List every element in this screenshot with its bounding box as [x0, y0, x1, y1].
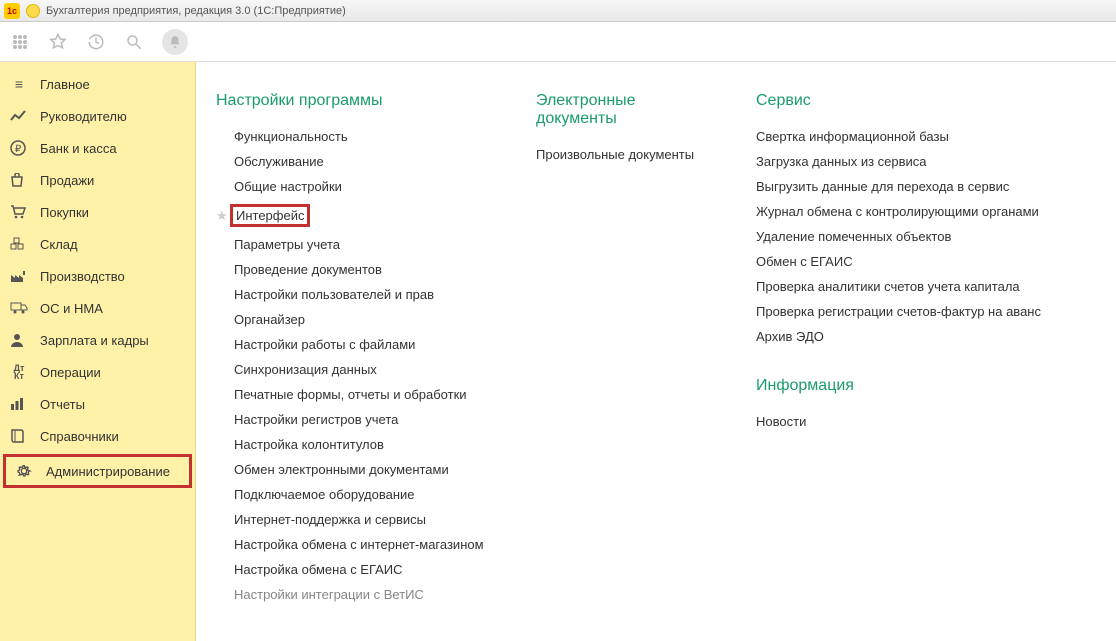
section-service-title: Сервис — [756, 92, 1096, 110]
info-list: Новости — [756, 409, 1096, 434]
link-edoc-exchange[interactable]: Обмен электронными документами — [216, 457, 496, 482]
bars-icon — [10, 397, 28, 411]
link-users-rights[interactable]: Настройки пользователей и прав — [216, 282, 496, 307]
section-settings-title: Настройки программы — [216, 92, 496, 110]
link-general-settings[interactable]: Общие настройки — [216, 174, 496, 199]
service-list: Свертка информационной базы Загрузка дан… — [756, 124, 1096, 349]
link-register-settings[interactable]: Настройки регистров учета — [216, 407, 496, 432]
sidebar-item-label: Покупки — [40, 205, 89, 220]
link-organizer[interactable]: Органайзер — [216, 307, 496, 332]
link-db-wrap[interactable]: Свертка информационной базы — [756, 124, 1096, 149]
search-icon[interactable] — [124, 32, 144, 52]
link-maintenance[interactable]: Обслуживание — [216, 149, 496, 174]
sidebar-item-label: Руководителю — [40, 109, 127, 124]
bag-icon — [10, 173, 28, 187]
link-export-to-service[interactable]: Выгрузить данные для перехода в сервис — [756, 174, 1096, 199]
svg-text:₽: ₽ — [15, 144, 22, 155]
ruble-icon: ₽ — [10, 140, 28, 156]
window-title: Бухгалтерия предприятия, редакция 3.0 (1… — [46, 5, 346, 17]
sidebar-item-label: Склад — [40, 237, 78, 252]
link-document-posting[interactable]: Проведение документов — [216, 257, 496, 282]
trend-icon — [10, 109, 28, 123]
edocs-list: Произвольные документы — [536, 142, 716, 167]
sidebar-item-label: Администрирование — [46, 464, 170, 479]
sidebar-item-bank[interactable]: ₽ Банк и касса — [0, 132, 195, 164]
sidebar-item-administration[interactable]: Администрирование — [3, 454, 192, 488]
link-load-from-service[interactable]: Загрузка данных из сервиса — [756, 149, 1096, 174]
sidebar-item-label: ОС и НМА — [40, 301, 103, 316]
sidebar-item-label: Производство — [40, 269, 125, 284]
smiley-icon — [26, 4, 40, 18]
sidebar-item-warehouse[interactable]: Склад — [0, 228, 195, 260]
link-arbitrary-docs[interactable]: Произвольные документы — [536, 142, 716, 167]
sidebar-item-manager[interactable]: Руководителю — [0, 100, 195, 132]
sidebar-item-label: Главное — [40, 77, 90, 92]
history-icon[interactable] — [86, 32, 106, 52]
person-icon — [10, 333, 28, 347]
section-edocs-title: Электронные документы — [536, 92, 716, 128]
sidebar-item-hr[interactable]: Зарплата и кадры — [0, 324, 195, 356]
boxes-icon — [10, 237, 28, 251]
link-eshop-exchange[interactable]: Настройка обмена с интернет-магазином — [216, 532, 496, 557]
sidebar-item-label: Справочники — [40, 429, 119, 444]
window-titlebar: 1c Бухгалтерия предприятия, редакция 3.0… — [0, 0, 1116, 22]
gear-icon — [16, 463, 34, 479]
link-advance-invoices[interactable]: Проверка регистрации счетов-фактур на ав… — [756, 299, 1096, 324]
sidebar-item-operations[interactable]: ДтКт Операции — [0, 356, 195, 388]
settings-list: Функциональность Обслуживание Общие наст… — [216, 124, 496, 607]
link-accounting-params[interactable]: Параметры учета — [216, 232, 496, 257]
section-info-title: Информация — [756, 377, 1096, 395]
link-hardware[interactable]: Подключаемое оборудование — [216, 482, 496, 507]
truck-icon — [10, 302, 28, 314]
cart-icon — [10, 205, 28, 219]
sidebar: ≡ Главное Руководителю ₽ Банк и касса Пр… — [0, 62, 196, 641]
sidebar-item-sales[interactable]: Продажи — [0, 164, 195, 196]
link-exchange-journal[interactable]: Журнал обмена с контролирующими органами — [756, 199, 1096, 224]
main-content: Настройки программы Функциональность Обс… — [196, 62, 1116, 641]
link-delete-marked[interactable]: Удаление помеченных объектов — [756, 224, 1096, 249]
link-file-settings[interactable]: Настройки работы с файлами — [216, 332, 496, 357]
sidebar-item-reports[interactable]: Отчеты — [0, 388, 195, 420]
sidebar-item-label: Зарплата и кадры — [40, 333, 149, 348]
link-internet-support[interactable]: Интернет-поддержка и сервисы — [216, 507, 496, 532]
sidebar-item-label: Банк и касса — [40, 141, 117, 156]
link-capital-analytics[interactable]: Проверка аналитики счетов учета капитала — [756, 274, 1096, 299]
link-data-sync[interactable]: Синхронизация данных — [216, 357, 496, 382]
link-egais-exchange2[interactable]: Обмен с ЕГАИС — [756, 249, 1096, 274]
book-icon — [10, 429, 28, 443]
link-egais-exchange[interactable]: Настройка обмена с ЕГАИС — [216, 557, 496, 582]
link-edo-archive[interactable]: Архив ЭДО — [756, 324, 1096, 349]
highlighted-link: Интерфейс — [230, 204, 310, 227]
top-toolbar — [0, 22, 1116, 62]
sidebar-item-label: Продажи — [40, 173, 94, 188]
link-vetis-integration[interactable]: Настройки интеграции с ВетИС — [216, 582, 496, 607]
apps-grid-icon[interactable] — [10, 32, 30, 52]
sidebar-item-label: Операции — [40, 365, 101, 380]
star-icon: ★ — [216, 208, 230, 224]
sidebar-item-assets[interactable]: ОС и НМА — [0, 292, 195, 324]
favorite-star-icon[interactable] — [48, 32, 68, 52]
sidebar-item-production[interactable]: Производство — [0, 260, 195, 292]
sidebar-item-main[interactable]: ≡ Главное — [0, 68, 195, 100]
sidebar-item-directories[interactable]: Справочники — [0, 420, 195, 452]
notifications-bell-icon[interactable] — [162, 29, 188, 55]
sidebar-item-label: Отчеты — [40, 397, 85, 412]
link-headers-footers[interactable]: Настройка колонтитулов — [216, 432, 496, 457]
link-news[interactable]: Новости — [756, 409, 1096, 434]
dtkt-icon: ДтКт — [10, 364, 28, 380]
sidebar-item-purchases[interactable]: Покупки — [0, 196, 195, 228]
link-print-forms[interactable]: Печатные формы, отчеты и обработки — [216, 382, 496, 407]
app-logo-1c-icon: 1c — [4, 3, 20, 19]
menu-icon: ≡ — [10, 76, 28, 92]
link-interface[interactable]: ★Интерфейс — [216, 199, 496, 232]
factory-icon — [10, 269, 28, 283]
link-functionality[interactable]: Функциональность — [216, 124, 496, 149]
